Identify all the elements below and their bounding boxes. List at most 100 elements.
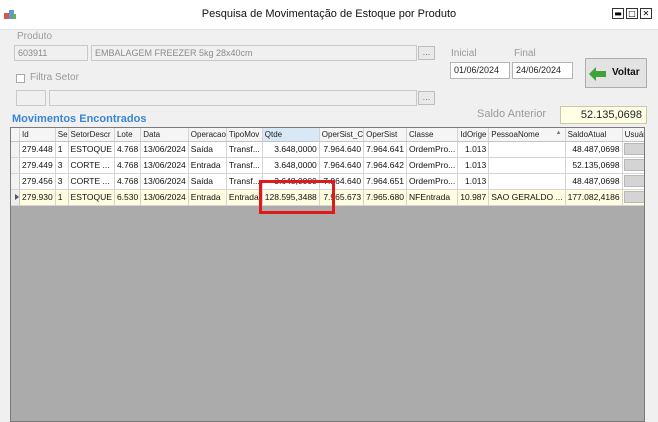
cell-se[interactable]: 1	[55, 141, 69, 158]
cell-se[interactable]: 3	[55, 173, 69, 190]
row-selector[interactable]	[11, 189, 20, 206]
cell-usuario[interactable]	[622, 173, 644, 190]
cell-idorige[interactable]: 1.013	[457, 141, 490, 158]
cell-opersist-c[interactable]: 7.964.640	[319, 141, 365, 158]
column-header-lote[interactable]: Lote	[114, 128, 142, 142]
cell-tipomov[interactable]: Transf...	[226, 141, 263, 158]
cell-usuario[interactable]	[622, 189, 644, 206]
cell-operacao[interactable]: Entrada	[188, 157, 227, 174]
column-header-opersist-c[interactable]: OperSist_C	[319, 128, 365, 142]
cell-pessoa[interactable]	[488, 173, 566, 190]
cell-data[interactable]: 13/06/2024	[140, 157, 189, 174]
column-header-usuario[interactable]: Usuário	[622, 128, 644, 142]
cell-opersist[interactable]: 7.964.642	[363, 157, 407, 174]
minimize-button[interactable]: ▬	[612, 8, 624, 19]
cell-se[interactable]: 3	[55, 157, 69, 174]
cell-usuario[interactable]	[622, 157, 644, 174]
setor-lookup-button[interactable]: ...	[418, 91, 435, 105]
cell-id[interactable]: 279.930	[19, 189, 56, 206]
cell-pessoa[interactable]: SAO GERALDO ...	[488, 189, 566, 206]
usuario-button[interactable]	[623, 191, 644, 203]
cell-qtde[interactable]: 3.648,0000	[262, 141, 320, 158]
table-row[interactable]: 279.449 3 CORTE ... 4.768 13/06/2024 Ent…	[11, 157, 644, 174]
column-header-classe[interactable]: Classe	[406, 128, 459, 142]
column-header-id[interactable]: Id	[19, 128, 56, 142]
column-header-saldo[interactable]: SaldoAtual	[565, 128, 623, 142]
filtra-setor-checkbox[interactable]	[16, 74, 25, 83]
usuario-button[interactable]	[623, 159, 644, 171]
cell-id[interactable]: 279.456	[19, 173, 56, 190]
produto-description-field[interactable]: EMBALAGEM FREEZER 5kg 28x40cm	[91, 45, 417, 61]
final-date-field[interactable]: 24/06/2024	[512, 62, 573, 79]
cell-opersist[interactable]: 7.964.641	[363, 141, 407, 158]
cell-classe[interactable]: OrdemPro...	[406, 141, 459, 158]
cell-setor[interactable]: ESTOQUE	[68, 141, 115, 158]
cell-operacao[interactable]: Saída	[188, 173, 227, 190]
column-header-opersist[interactable]: OperSist	[363, 128, 407, 142]
cell-tipomov[interactable]: Entrada	[226, 189, 263, 206]
cell-tipomov[interactable]: Transf...	[226, 173, 263, 190]
inicial-date-field[interactable]: 01/06/2024	[450, 62, 510, 79]
cell-operacao[interactable]: Saída	[188, 141, 227, 158]
cell-classe[interactable]: OrdemPro...	[406, 173, 459, 190]
table-row-current[interactable]: 279.930 1 ESTOQUE 6.530 13/06/2024 Entra…	[11, 189, 644, 206]
cell-opersist[interactable]: 7.965.680	[363, 189, 407, 206]
cell-pessoa[interactable]	[488, 141, 566, 158]
cell-setor[interactable]: CORTE ...	[68, 157, 115, 174]
cell-classe[interactable]: NFEntrada	[406, 189, 459, 206]
cell-qtde[interactable]: 128.595,3488	[262, 189, 320, 206]
row-selector[interactable]	[11, 141, 20, 158]
table-row[interactable]: 279.456 3 CORTE ... 4.768 13/06/2024 Saí…	[11, 173, 644, 190]
column-header-tipomov[interactable]: TipoMov	[226, 128, 263, 142]
cell-pessoa[interactable]	[488, 157, 566, 174]
column-header-qtde[interactable]: Qtde	[262, 128, 320, 142]
produto-code-field[interactable]: 603911	[14, 45, 88, 61]
cell-setor[interactable]: CORTE ...	[68, 173, 115, 190]
voltar-button[interactable]: Voltar	[585, 58, 647, 88]
cell-opersist-c[interactable]: 7.964.640	[319, 157, 365, 174]
column-header-pessoa[interactable]: ▲ PessoaNome	[488, 128, 566, 142]
cell-opersist[interactable]: 7.964.651	[363, 173, 407, 190]
cell-idorige[interactable]: 10.987	[457, 189, 490, 206]
cell-opersist-c[interactable]: 7.964.640	[319, 173, 365, 190]
movimentos-grid[interactable]: Id Se SetorDescr Lote Data Operacao Tipo…	[10, 127, 645, 422]
cell-lote[interactable]: 4.768	[114, 157, 142, 174]
cell-saldo[interactable]: 48.487,0698	[565, 173, 623, 190]
cell-idorige[interactable]: 1.013	[457, 173, 490, 190]
column-header-idorige[interactable]: IdOrige	[457, 128, 490, 142]
usuario-button[interactable]	[623, 175, 644, 187]
cell-lote[interactable]: 4.768	[114, 173, 142, 190]
row-selector[interactable]	[11, 173, 20, 190]
cell-saldo[interactable]: 52.135,0698	[565, 157, 623, 174]
column-header-se[interactable]: Se	[55, 128, 69, 142]
cell-data[interactable]: 13/06/2024	[140, 173, 189, 190]
cell-idorige[interactable]: 1.013	[457, 157, 490, 174]
cell-id[interactable]: 279.448	[19, 141, 56, 158]
cell-usuario[interactable]	[622, 141, 644, 158]
setor-description-field[interactable]	[49, 90, 417, 106]
cell-opersist-c[interactable]: 7.965.673	[319, 189, 365, 206]
cell-tipomov[interactable]: Transf...	[226, 157, 263, 174]
setor-code-field[interactable]	[16, 90, 46, 106]
cell-qtde[interactable]: 3.648,0000	[262, 157, 320, 174]
table-row[interactable]: 279.448 1 ESTOQUE 4.768 13/06/2024 Saída…	[11, 141, 644, 158]
cell-saldo[interactable]: 177.082,4186	[565, 189, 623, 206]
cell-lote[interactable]: 6.530	[114, 189, 142, 206]
cell-saldo[interactable]: 48.487,0698	[565, 141, 623, 158]
cell-id[interactable]: 279.449	[19, 157, 56, 174]
column-header-setor[interactable]: SetorDescr	[68, 128, 115, 142]
cell-data[interactable]: 13/06/2024	[140, 189, 189, 206]
column-header-operacao[interactable]: Operacao	[188, 128, 227, 142]
cell-data[interactable]: 13/06/2024	[140, 141, 189, 158]
cell-classe[interactable]: OrdemPro...	[406, 157, 459, 174]
usuario-button[interactable]	[623, 143, 644, 155]
column-header-data[interactable]: Data	[140, 128, 189, 142]
cell-se[interactable]: 1	[55, 189, 69, 206]
cell-operacao[interactable]: Entrada	[188, 189, 227, 206]
cell-lote[interactable]: 4.768	[114, 141, 142, 158]
cell-qtde[interactable]: 3.648,0000	[262, 173, 320, 190]
close-button[interactable]: ✕	[640, 8, 652, 19]
maximize-button[interactable]: □	[626, 8, 638, 19]
produto-lookup-button[interactable]: ...	[418, 46, 435, 60]
row-selector[interactable]	[11, 157, 20, 174]
